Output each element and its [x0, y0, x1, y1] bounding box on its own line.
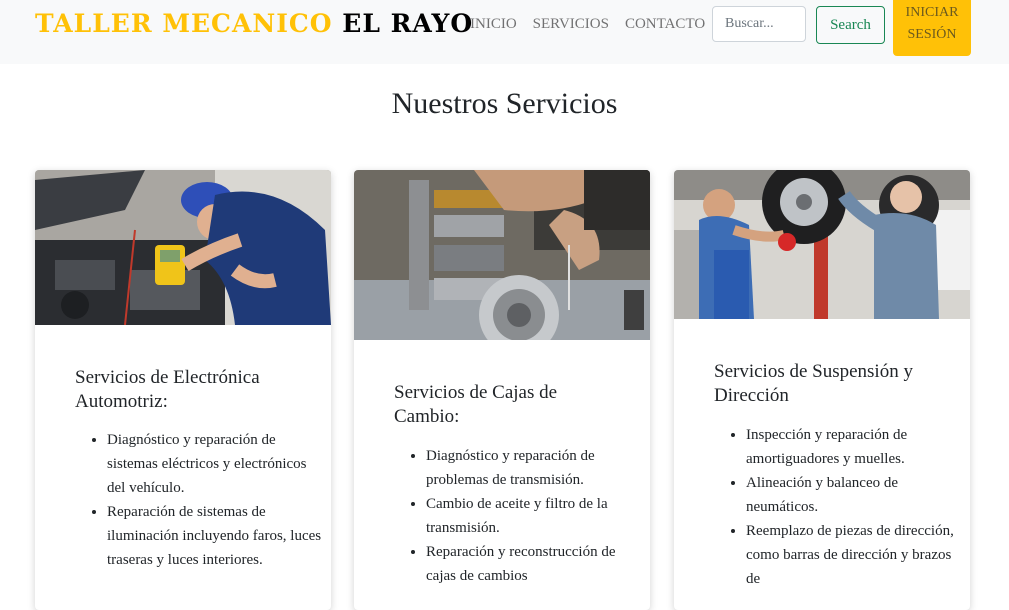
- nav-link-contacto[interactable]: CONTACTO: [625, 15, 705, 33]
- card-title: Servicios de Suspensión y Dirección: [714, 361, 913, 406]
- service-list: Diagnóstico y reparación de problemas de…: [394, 444, 646, 588]
- service-list: Inspección y reparación de amortiguadore…: [714, 423, 966, 591]
- nav-link-inicio[interactable]: INICIO: [470, 15, 517, 33]
- service-card-electronics: Servicios de Electrónica Automotriz: Dia…: [35, 170, 331, 610]
- electronics-service-image: [35, 170, 331, 325]
- service-list: Diagnóstico y reparación de sistemas elé…: [75, 428, 327, 572]
- login-button-line1: INICIAR: [905, 5, 959, 20]
- list-item: Reemplazo de piezas de dirección, como b…: [746, 519, 966, 591]
- login-button-line2: SESIÓN: [907, 27, 957, 42]
- card-title: Servicios de Cajas de Cambio:: [394, 382, 558, 427]
- nav-link-servicios[interactable]: SERVICIOS: [533, 15, 609, 33]
- search-input[interactable]: [712, 6, 806, 42]
- gearbox-service-image: [354, 170, 650, 340]
- nav-links: INICIO SERVICIOS CONTACTO: [470, 15, 705, 33]
- login-button[interactable]: INICIAR SESIÓN: [893, 0, 971, 56]
- navbar: TALLER MECANICO EL RAYO INICIO SERVICIOS…: [0, 0, 1009, 64]
- brand-logo[interactable]: TALLER MECANICO EL RAYO: [35, 8, 473, 40]
- suspension-service-image: [674, 170, 970, 319]
- list-item: Reparación de sistemas de iluminación in…: [107, 500, 327, 572]
- list-item: Diagnóstico y reparación de sistemas elé…: [107, 428, 327, 500]
- search-button[interactable]: Search: [816, 6, 885, 44]
- list-item: Inspección y reparación de amortiguadore…: [746, 423, 966, 471]
- card-title: Servicios de Electrónica Automotriz:: [75, 367, 260, 412]
- brand-name-part1: TALLER MECANICO: [35, 9, 333, 38]
- brand-name-part2: EL RAYO: [342, 9, 474, 38]
- page-title: Nuestros Servicios: [391, 87, 618, 120]
- list-item: Cambio de aceite y filtro de la transmis…: [426, 492, 646, 540]
- list-item: Reparación y reconstrucción de cajas de …: [426, 540, 646, 588]
- service-card-suspension: Servicios de Suspensión y Dirección Insp…: [674, 170, 970, 610]
- list-item: Diagnóstico y reparación de problemas de…: [426, 444, 646, 492]
- service-card-gearbox: Servicios de Cajas de Cambio: Diagnóstic…: [354, 170, 650, 610]
- list-item: Alineación y balanceo de neumáticos.: [746, 471, 966, 519]
